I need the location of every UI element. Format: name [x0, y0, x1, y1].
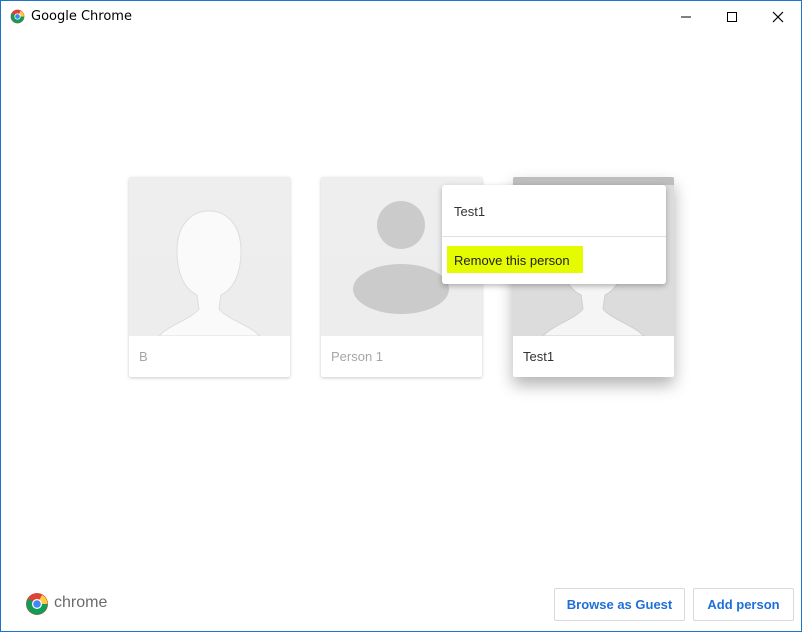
close-icon	[772, 11, 784, 23]
card-top-strip	[513, 177, 674, 185]
profile-name: Test1	[523, 349, 555, 364]
title-bar[interactable]: Google Chrome	[1, 1, 801, 32]
mannequin-avatar-icon	[158, 210, 261, 336]
profile-card-b[interactable]: B	[129, 177, 290, 377]
browse-as-guest-button[interactable]: Browse as Guest	[554, 588, 685, 621]
minimize-button[interactable]	[663, 1, 709, 32]
chrome-window: Google Chrome B Person 1 Test1 Test1 Rem…	[0, 0, 802, 632]
close-button[interactable]	[755, 1, 801, 32]
minimize-icon	[681, 16, 691, 18]
menu-divider	[442, 236, 666, 237]
profile-name: B	[139, 349, 148, 364]
maximize-button[interactable]	[709, 1, 755, 32]
menu-item-label: Remove this person	[454, 253, 570, 268]
add-person-button[interactable]: Add person	[693, 588, 794, 621]
profile-avatar	[129, 177, 290, 336]
chrome-logo-icon	[10, 9, 25, 24]
chrome-logo-icon	[26, 593, 48, 615]
chrome-wordmark: chrome	[54, 594, 108, 611]
remove-person-menu-item[interactable]: Remove this person	[447, 246, 583, 273]
window-title: Google Chrome	[31, 9, 132, 24]
maximize-icon	[727, 12, 737, 22]
profile-context-menu: Test1 Remove this person	[442, 185, 666, 284]
menu-title: Test1	[454, 204, 486, 219]
profile-name: Person 1	[331, 349, 384, 364]
